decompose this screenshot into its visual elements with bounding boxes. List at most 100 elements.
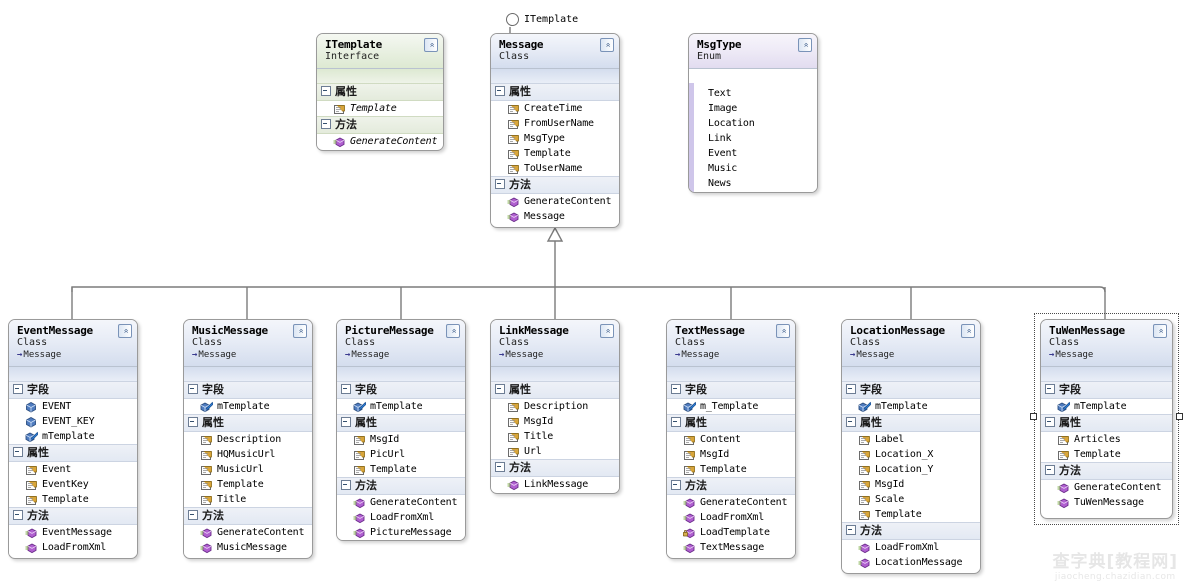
collapse-chevron-icon-textmessage[interactable]: «	[776, 324, 790, 338]
section-header-字段[interactable]: 字段	[842, 381, 980, 399]
member-row[interactable]: Description	[491, 399, 619, 414]
collapse-box-icon[interactable]	[495, 384, 505, 394]
member-row[interactable]: MusicMessage	[184, 540, 312, 555]
member-row[interactable]: LoadFromXml	[842, 540, 980, 555]
member-row[interactable]: Label	[842, 432, 980, 447]
resize-handle-left[interactable]	[1030, 413, 1037, 420]
uml-shape-message[interactable]: Message Class «属性 CreateTime FromUserName Msg…	[490, 33, 620, 228]
section-header-属性[interactable]: 属性	[9, 444, 137, 462]
section-header-属性[interactable]: 属性	[491, 381, 619, 399]
member-row[interactable]: EventKey	[9, 477, 137, 492]
collapse-box-icon[interactable]	[321, 86, 331, 96]
member-row[interactable]: Location_Y	[842, 462, 980, 477]
member-row[interactable]: m_Template	[667, 399, 795, 414]
section-header-方法[interactable]: 方法	[337, 477, 465, 495]
member-row[interactable]: Url	[491, 444, 619, 459]
collapse-box-icon[interactable]	[188, 417, 198, 427]
collapse-box-icon[interactable]	[321, 119, 331, 129]
member-row[interactable]: LoadFromXml	[667, 510, 795, 525]
member-row[interactable]: Scale	[842, 492, 980, 507]
uml-shape-textmessage[interactable]: TextMessage Class →Message «字段 m_Template 属性 C…	[666, 319, 796, 559]
collapse-chevron-icon-locationmessage[interactable]: «	[961, 324, 975, 338]
member-row[interactable]: PictureMessage	[337, 525, 465, 540]
collapse-box-icon[interactable]	[188, 510, 198, 520]
member-row[interactable]: mTemplate	[184, 399, 312, 414]
uml-shape-musicmessage[interactable]: MusicMessage Class →Message «字段 mTemplate 属性 D…	[183, 319, 313, 559]
collapse-chevron-icon-musicmessage[interactable]: «	[293, 324, 307, 338]
member-row[interactable]: MsgType	[491, 131, 619, 146]
lollipop-itemplate[interactable]: ITemplate	[506, 13, 578, 26]
member-row[interactable]: MsgId	[337, 432, 465, 447]
collapse-box-icon[interactable]	[341, 480, 351, 490]
section-header-方法[interactable]: 方法	[491, 176, 619, 194]
collapse-chevron-icon-linkmessage[interactable]: «	[600, 324, 614, 338]
section-header-方法[interactable]: 方法	[184, 507, 312, 525]
section-header-字段[interactable]: 字段	[184, 381, 312, 399]
member-row[interactable]: Template	[491, 146, 619, 161]
collapse-box-icon[interactable]	[671, 384, 681, 394]
collapse-box-icon[interactable]	[188, 384, 198, 394]
uml-shape-msgtype[interactable]: MsgType Enum « Text Image Location Link Event Mu…	[688, 33, 818, 193]
member-row[interactable]: MsgId	[491, 414, 619, 429]
member-row[interactable]: ToUserName	[491, 161, 619, 176]
section-header-属性[interactable]: 属性	[491, 83, 619, 101]
member-row[interactable]: FromUserName	[491, 116, 619, 131]
section-header-方法[interactable]: 方法	[317, 116, 443, 134]
section-header-字段[interactable]: 字段	[667, 381, 795, 399]
member-row[interactable]: Template	[9, 492, 137, 507]
resize-handle-right[interactable]	[1176, 413, 1183, 420]
member-row[interactable]: MusicUrl	[184, 462, 312, 477]
member-row[interactable]: mTemplate	[842, 399, 980, 414]
uml-shape-eventmessage[interactable]: EventMessage Class →Message «字段 EVENT EVENT_K…	[8, 319, 138, 559]
member-row[interactable]: EVENT_KEY	[9, 414, 137, 429]
member-row[interactable]: LoadFromXml	[9, 540, 137, 555]
member-row[interactable]: MsgId	[667, 447, 795, 462]
collapse-box-icon[interactable]	[846, 384, 856, 394]
member-row[interactable]: GenerateContent	[667, 495, 795, 510]
section-header-字段[interactable]: 字段	[9, 381, 137, 399]
member-row[interactable]: Template	[317, 101, 443, 116]
member-row[interactable]: EVENT	[9, 399, 137, 414]
section-header-属性[interactable]: 属性	[317, 83, 443, 101]
collapse-box-icon[interactable]	[13, 510, 23, 520]
section-header-方法[interactable]: 方法	[9, 507, 137, 525]
member-row[interactable]: LoadTemplate	[667, 525, 795, 540]
member-row[interactable]: PicUrl	[337, 447, 465, 462]
collapse-box-icon[interactable]	[846, 417, 856, 427]
uml-shape-itemplate[interactable]: ITemplate Interface « 属性 Template 方法 GenerateC…	[316, 33, 444, 151]
member-row[interactable]: Location_X	[842, 447, 980, 462]
collapse-box-icon[interactable]	[671, 480, 681, 490]
member-row[interactable]: TextMessage	[667, 540, 795, 555]
collapse-box-icon[interactable]	[495, 86, 505, 96]
collapse-chevron-icon-msgtype[interactable]: «	[798, 38, 812, 52]
member-row[interactable]: Content	[667, 432, 795, 447]
member-row[interactable]: Template	[184, 477, 312, 492]
collapse-chevron-icon-message[interactable]: «	[600, 38, 614, 52]
section-header-属性[interactable]: 属性	[184, 414, 312, 432]
collapse-box-icon[interactable]	[671, 417, 681, 427]
uml-shape-locationmessage[interactable]: LocationMessage Class →Message «字段 mTemplate…	[841, 319, 981, 574]
member-row[interactable]: Title	[491, 429, 619, 444]
member-row[interactable]: Event	[9, 462, 137, 477]
member-row[interactable]: EventMessage	[9, 525, 137, 540]
collapse-chevron-icon-eventmessage[interactable]: «	[118, 324, 132, 338]
uml-shape-picturemessage[interactable]: PictureMessage Class →Message «字段 mTemplate 属…	[336, 319, 466, 541]
collapse-box-icon[interactable]	[13, 447, 23, 457]
section-header-属性[interactable]: 属性	[842, 414, 980, 432]
member-row[interactable]: GenerateContent	[337, 495, 465, 510]
member-row[interactable]: LoadFromXml	[337, 510, 465, 525]
member-row[interactable]: LinkMessage	[491, 477, 619, 492]
member-row[interactable]: GenerateContent	[491, 194, 619, 209]
member-row[interactable]: MsgId	[842, 477, 980, 492]
member-row[interactable]: mTemplate	[337, 399, 465, 414]
member-row[interactable]: GenerateContent	[317, 134, 443, 149]
section-header-属性[interactable]: 属性	[667, 414, 795, 432]
collapse-chevron-icon-picturemessage[interactable]: «	[446, 324, 460, 338]
uml-shape-linkmessage[interactable]: LinkMessage Class →Message «属性 Description Ms…	[490, 319, 620, 494]
member-row[interactable]: CreateTime	[491, 101, 619, 116]
collapse-chevron-icon-itemplate[interactable]: «	[424, 38, 438, 52]
member-row[interactable]: LocationMessage	[842, 555, 980, 570]
section-header-方法[interactable]: 方法	[842, 522, 980, 540]
collapse-box-icon[interactable]	[495, 462, 505, 472]
member-row[interactable]: Template	[842, 507, 980, 522]
